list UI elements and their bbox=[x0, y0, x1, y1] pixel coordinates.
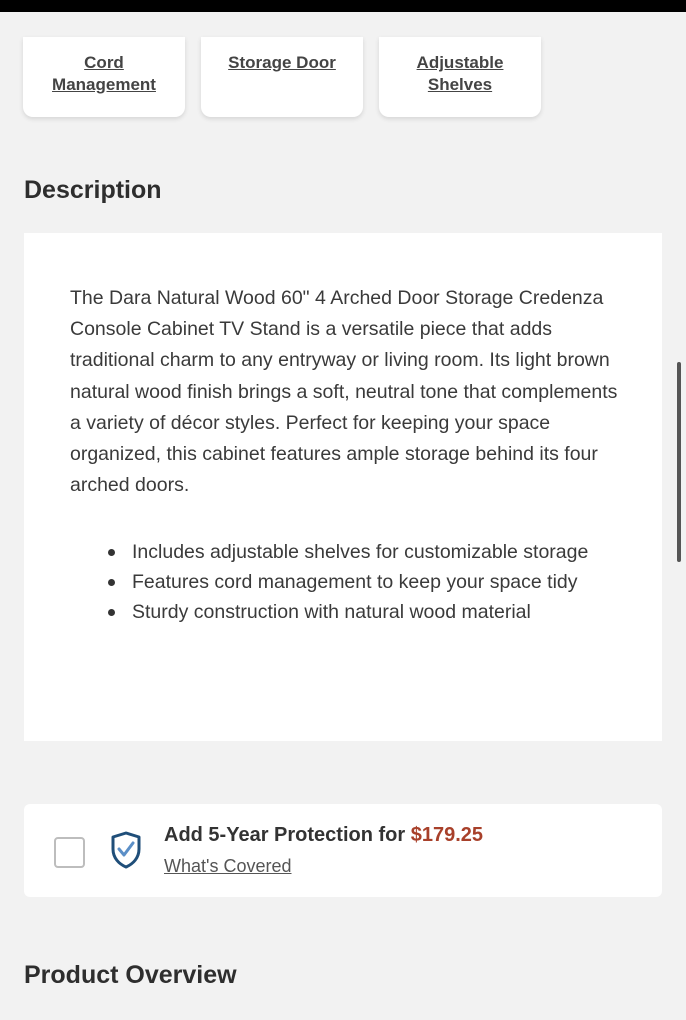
description-text: The Dara Natural Wood 60" 4 Arched Door … bbox=[70, 287, 618, 497]
feature-card-storage-door: Storage Door bbox=[201, 37, 363, 117]
description-panel: The Dara Natural Wood 60" 4 Arched Door … bbox=[24, 233, 662, 741]
protection-plan-panel: Add 5-Year Protection for $179.25 What's… bbox=[24, 804, 662, 897]
bullet-item: Features cord management to keep your sp… bbox=[108, 567, 622, 597]
whats-covered-link[interactable]: What's Covered bbox=[164, 856, 292, 877]
adjustable-shelves-link[interactable]: Adjustable Shelves bbox=[400, 52, 520, 96]
product-overview-heading: Product Overview bbox=[24, 961, 237, 989]
bullet-item: Includes adjustable shelves for customiz… bbox=[108, 537, 622, 567]
protection-offer: Add 5-Year Protection for $179.25 bbox=[164, 824, 483, 847]
shield-check-icon bbox=[111, 831, 141, 869]
protection-checkbox[interactable] bbox=[54, 837, 85, 868]
storage-door-link[interactable]: Storage Door bbox=[228, 52, 336, 74]
protection-price: $179.25 bbox=[410, 824, 484, 846]
status-bar bbox=[0, 0, 686, 12]
feature-bullet-list: Includes adjustable shelves for customiz… bbox=[70, 537, 622, 627]
feature-links-row: Cord Management Storage Door Adjustable … bbox=[23, 37, 541, 117]
scrollbar[interactable] bbox=[677, 362, 681, 562]
description-heading: Description bbox=[24, 176, 162, 204]
feature-card-cord-management: Cord Management bbox=[23, 37, 185, 117]
cord-management-link[interactable]: Cord Management bbox=[44, 52, 164, 96]
feature-card-adjustable-shelves: Adjustable Shelves bbox=[379, 37, 541, 117]
bullet-item: Sturdy construction with natural wood ma… bbox=[108, 597, 622, 627]
protection-label: Add 5-Year Protection for bbox=[164, 824, 406, 846]
